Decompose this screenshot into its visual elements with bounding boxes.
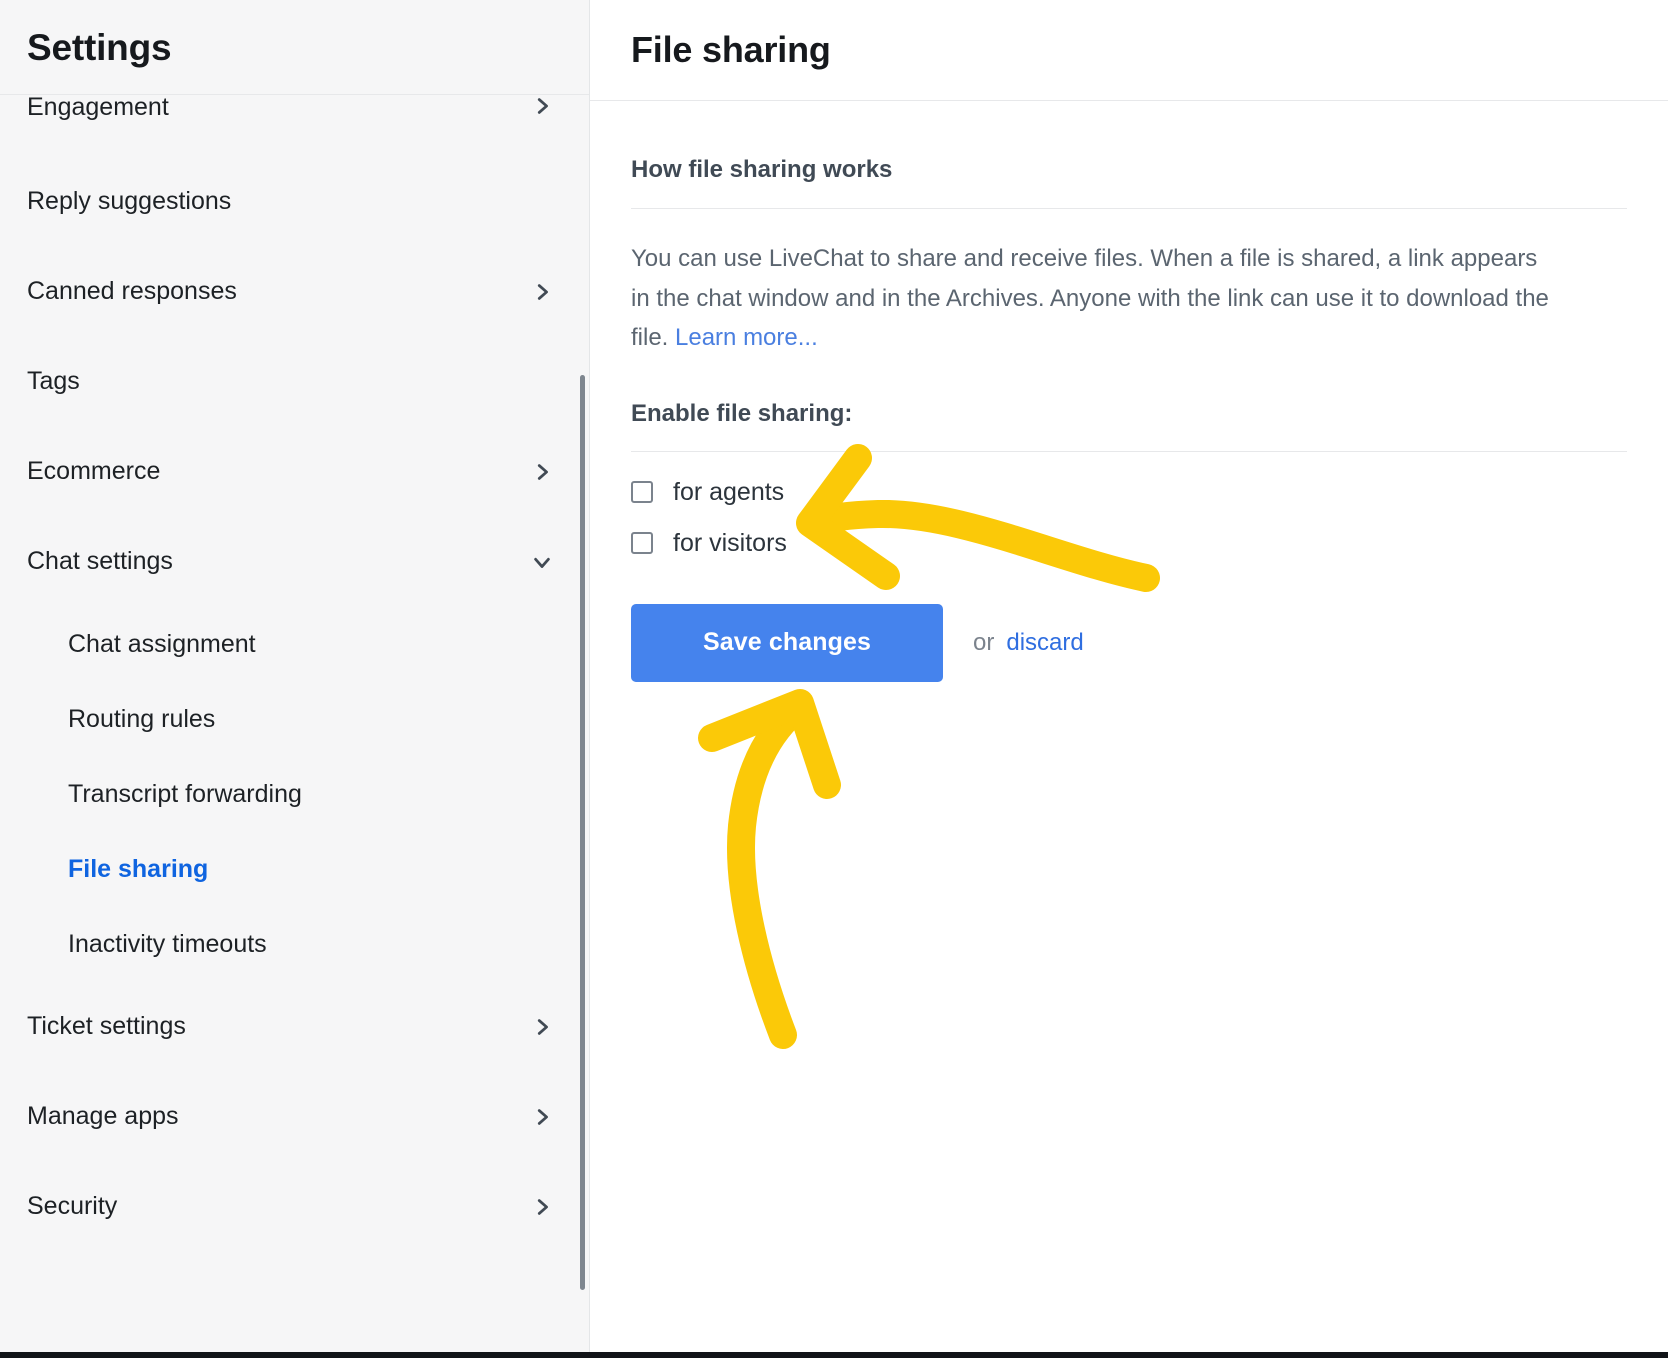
form-actions: Save changes or discard	[631, 603, 1627, 682]
sidebar-item-label: Routing rules	[68, 704, 216, 733]
or-label: or	[973, 628, 995, 656]
sidebar-item-canned-responses[interactable]: Canned responses	[0, 247, 589, 337]
settings-nav: Engagement Reply suggestions Canned respon…	[0, 92, 589, 1252]
sidebar-item-label: Transcript forwarding	[68, 779, 302, 808]
checkbox-label-for-visitors: for visitors	[673, 528, 787, 557]
checkbox-row-for-agents[interactable]: for agents	[631, 477, 785, 506]
page-title: File sharing	[631, 29, 831, 70]
sidebar-item-engagement[interactable]: Engagement	[0, 92, 589, 157]
sidebar-item-label: Canned responses	[27, 277, 237, 306]
sidebar-item-routing-rules[interactable]: Routing rules	[0, 682, 589, 757]
sidebar-item-security[interactable]: Security	[0, 1162, 589, 1252]
checkbox-for-visitors[interactable]	[631, 532, 653, 555]
settings-app: Settings Engagement Reply suggestions Cann…	[0, 0, 1668, 1358]
sidebar-item-inactivity-timeouts[interactable]: Inactivity timeouts	[0, 907, 589, 982]
save-changes-button[interactable]: Save changes	[631, 603, 943, 682]
sidebar-item-chat-assignment[interactable]: Chat assignment	[0, 607, 589, 682]
sidebar-item-label: Inactivity timeouts	[68, 929, 267, 958]
main-content: File sharing How file sharing works You …	[590, 0, 1668, 1352]
sidebar-item-chat-settings[interactable]: Chat settings	[0, 517, 589, 607]
sidebar-item-label: Ecommerce	[27, 457, 161, 486]
chevron-right-icon	[531, 281, 553, 303]
section-divider	[631, 208, 1627, 209]
sidebar-item-label: Security	[27, 1192, 118, 1221]
main-header: File sharing	[590, 0, 1668, 101]
settings-sidebar: Settings Engagement Reply suggestions Cann…	[0, 0, 590, 1352]
sidebar-item-tags[interactable]: Tags	[0, 337, 589, 427]
sidebar-item-label: Manage apps	[27, 1102, 179, 1131]
chevron-right-icon	[531, 1106, 553, 1128]
enable-file-sharing-label: Enable file sharing:	[631, 399, 853, 427]
learn-more-link[interactable]: Learn more...	[675, 324, 818, 351]
sidebar-item-label: Tags	[27, 367, 80, 396]
checkbox-label-for-agents: for agents	[673, 477, 785, 506]
chevron-right-icon	[531, 1196, 553, 1218]
checkbox-for-agents[interactable]	[631, 481, 653, 504]
chevron-right-icon	[531, 461, 553, 483]
sidebar-item-label: Chat settings	[27, 547, 173, 576]
chevron-right-icon	[531, 95, 553, 117]
section-description: You can use LiveChat to share and receiv…	[631, 239, 1551, 358]
sidebar-item-label: Ticket settings	[27, 1012, 186, 1041]
sidebar-scrollbar[interactable]	[580, 375, 585, 1290]
checkbox-row-for-visitors[interactable]: for visitors	[631, 528, 787, 557]
sidebar-item-label: Reply suggestions	[27, 187, 232, 216]
discard-link[interactable]: discard	[1006, 629, 1083, 657]
sidebar-item-transcript-forwarding[interactable]: Transcript forwarding	[0, 757, 589, 832]
sidebar-item-ecommerce[interactable]: Ecommerce	[0, 427, 589, 517]
enable-divider	[631, 450, 1627, 452]
main-body: How file sharing works You can use LiveC…	[590, 101, 1668, 682]
sidebar-item-reply-suggestions[interactable]: Reply suggestions	[0, 157, 589, 247]
sidebar-item-ticket-settings[interactable]: Ticket settings	[0, 982, 589, 1072]
chevron-right-icon	[531, 1016, 553, 1038]
sidebar-item-file-sharing[interactable]: File sharing	[0, 832, 589, 907]
sidebar-title: Settings	[27, 27, 172, 68]
sidebar-item-label: File sharing	[68, 854, 209, 883]
chevron-down-icon	[531, 551, 553, 573]
sidebar-item-label: Engagement	[27, 92, 169, 121]
section-heading: How file sharing works	[631, 156, 893, 183]
sidebar-item-label: Chat assignment	[68, 629, 256, 658]
sidebar-item-manage-apps[interactable]: Manage apps	[0, 1072, 589, 1162]
